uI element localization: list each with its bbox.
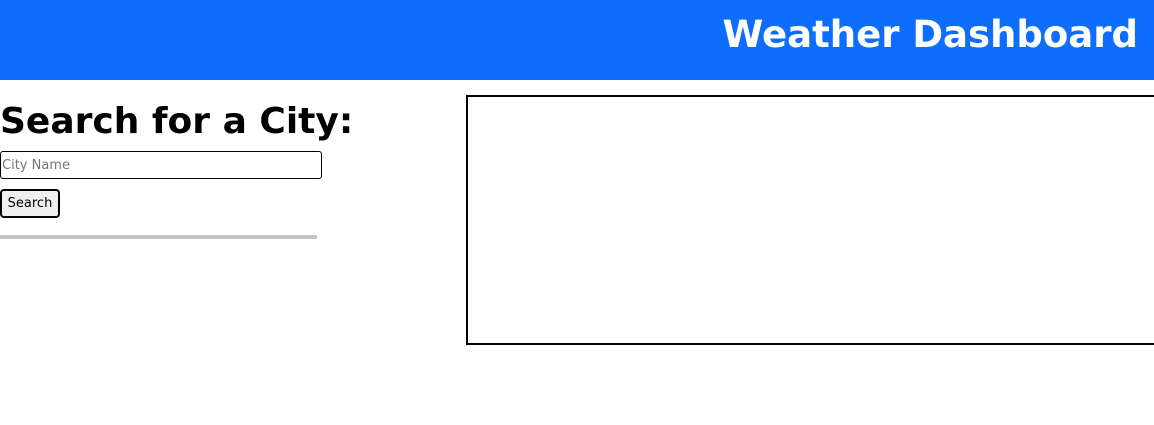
app-title: Weather Dashboard [722,13,1138,56]
search-heading: Search for a City: [0,101,354,142]
app-header: Weather Dashboard [0,0,1154,80]
search-button[interactable]: Search [0,189,60,218]
search-history-divider [0,235,317,239]
city-search-input[interactable] [0,151,322,179]
current-weather-panel [466,95,1154,345]
